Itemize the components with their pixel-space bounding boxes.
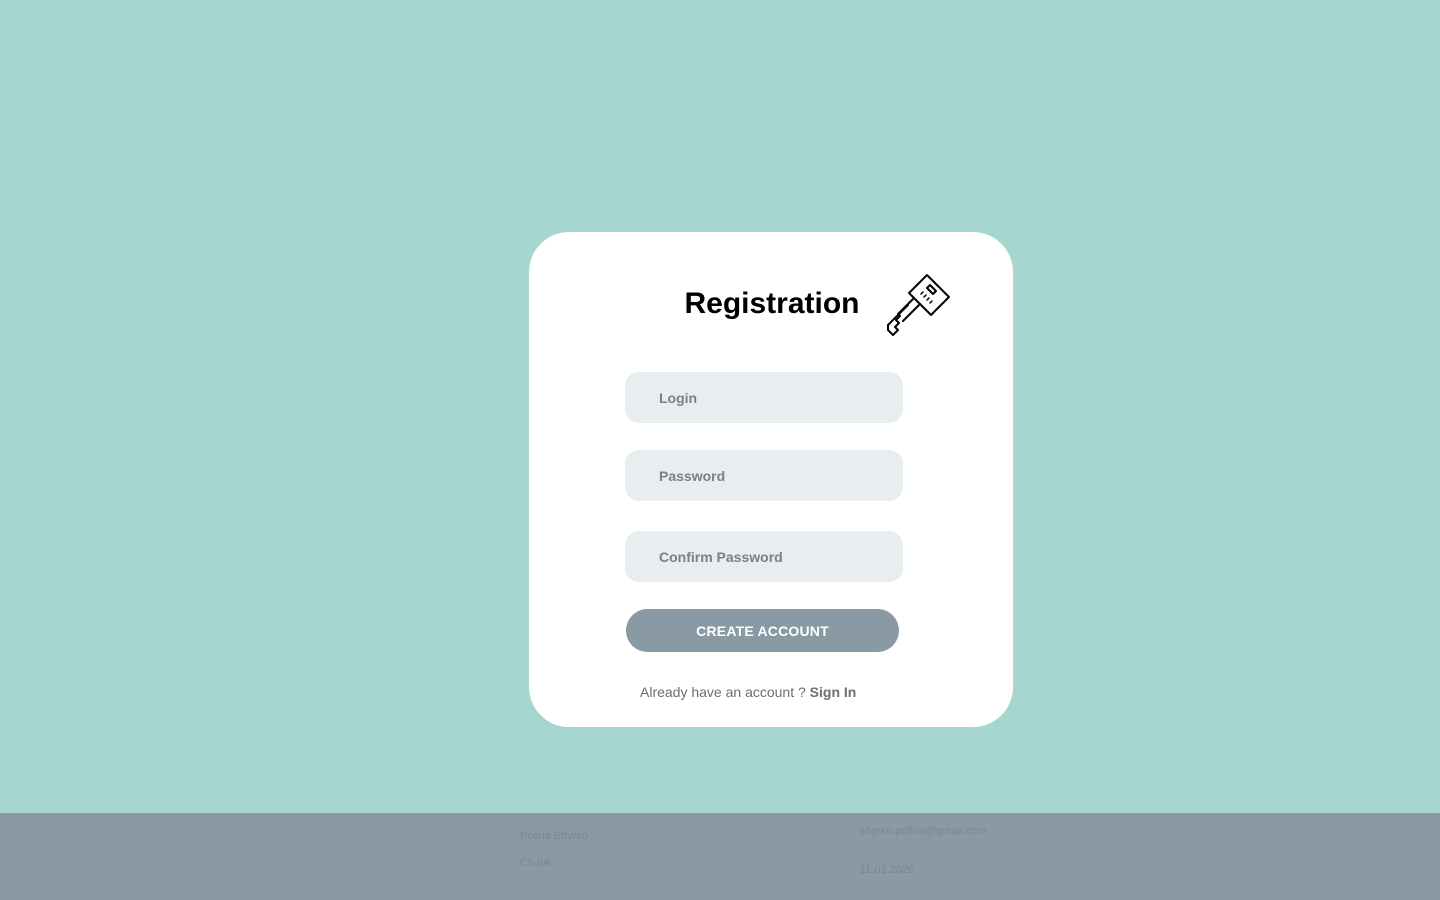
key-icon	[887, 274, 950, 336]
footer-email[interactable]: shyrko.polina@gmail.com	[860, 825, 986, 837]
registration-card: Registration CREATE ACCOUNT Already have…	[529, 232, 1013, 727]
footer-app-name: Chatik	[520, 857, 552, 869]
password-field[interactable]	[625, 450, 903, 501]
confirm-password-field[interactable]	[625, 531, 903, 582]
page-title-text: Registration	[684, 287, 860, 320]
signin-link[interactable]: Sign In	[810, 684, 857, 700]
signin-prompt-text: Already have an account ?	[640, 684, 806, 700]
create-account-button[interactable]: CREATE ACCOUNT	[626, 609, 899, 652]
login-field[interactable]	[625, 372, 903, 423]
footer: Polina Shyrko Chatik shyrko.polina@gmail…	[0, 813, 1440, 900]
signin-prompt-row: Already have an account ? Sign In	[640, 684, 856, 700]
footer-author: Polina Shyrko	[520, 830, 588, 842]
footer-date: 11.01.2020	[860, 864, 915, 876]
